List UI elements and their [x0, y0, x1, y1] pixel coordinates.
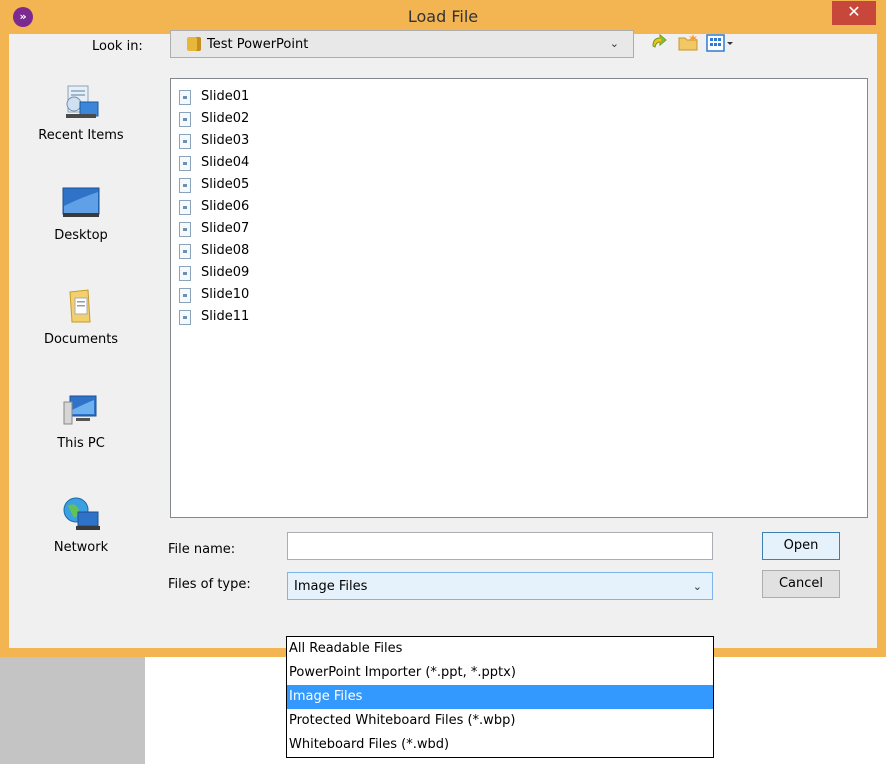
files-of-type-label: Files of type:	[168, 577, 251, 592]
place-recent-items[interactable]: Recent Items	[24, 74, 138, 164]
look-in-label: Look in:	[92, 39, 143, 54]
file-item-name: Slide11	[201, 309, 250, 324]
files-of-type-select[interactable]: Image Files ⌄	[287, 572, 713, 600]
cancel-button[interactable]: Cancel	[762, 570, 840, 598]
file-item-name: Slide02	[201, 111, 250, 126]
create-new-folder-icon[interactable]	[678, 33, 700, 51]
file-item-name: Slide01	[201, 89, 250, 104]
document-icon	[179, 288, 191, 303]
document-icon	[179, 222, 191, 237]
chevron-down-icon: ⌄	[609, 37, 619, 50]
document-icon	[179, 156, 191, 171]
file-item-name: Slide06	[201, 199, 250, 214]
file-list[interactable]: Slide01 Slide02 Slide03 Slide04 Slide05 …	[170, 78, 868, 518]
dropdown-option[interactable]: All Readable Files	[287, 637, 713, 661]
document-icon	[179, 200, 191, 215]
file-item-name: Slide05	[201, 177, 250, 192]
view-menu-icon[interactable]	[706, 34, 736, 52]
recent-items-icon	[66, 85, 99, 118]
places-bar: Recent Items Desktop Documents This PC N…	[24, 74, 138, 614]
document-icon	[179, 134, 191, 149]
look-in-select[interactable]: Test PowerPoint ⌄	[170, 30, 634, 58]
desktop-background-gray	[0, 657, 145, 764]
document-icon	[179, 90, 191, 105]
files-of-type-value: Image Files	[294, 579, 368, 594]
dialog-title: Load File	[407, 7, 479, 26]
place-this-pc[interactable]: This PC	[24, 382, 138, 472]
document-icon	[179, 310, 191, 325]
files-of-type-dropdown-list: All Readable Files PowerPoint Importer (…	[286, 636, 714, 758]
look-in-value: Test PowerPoint	[207, 37, 309, 52]
dropdown-option[interactable]: Protected Whiteboard Files (*.wbp)	[287, 709, 713, 733]
place-label: Desktop	[54, 228, 108, 243]
place-label: Recent Items	[38, 128, 124, 143]
place-documents[interactable]: Documents	[24, 278, 138, 368]
title-bar[interactable]: Load File » ✕	[0, 0, 886, 34]
file-name-input[interactable]	[287, 532, 713, 560]
app-icon: »	[13, 7, 33, 27]
close-button[interactable]: ✕	[832, 1, 876, 25]
file-item-name: Slide10	[201, 287, 250, 302]
up-one-level-icon[interactable]	[650, 32, 670, 52]
dropdown-option[interactable]: PowerPoint Importer (*.ppt, *.pptx)	[287, 661, 713, 685]
document-icon	[179, 244, 191, 259]
open-button[interactable]: Open	[762, 532, 840, 560]
chevron-down-icon: ⌄	[692, 580, 702, 593]
place-network[interactable]: Network	[24, 486, 138, 576]
network-icon	[63, 497, 100, 530]
document-icon	[179, 178, 191, 193]
file-name-label: File name:	[168, 542, 236, 557]
file-item-name: Slide03	[201, 133, 250, 148]
place-desktop[interactable]: Desktop	[24, 174, 138, 264]
dropdown-option-selected[interactable]: Image Files	[287, 685, 713, 709]
dropdown-option[interactable]: Whiteboard Files (*.wbd)	[287, 733, 713, 757]
place-label: Documents	[43, 332, 119, 347]
desktop-icon	[62, 187, 100, 217]
this-pc-icon	[63, 395, 97, 425]
file-item-name: Slide08	[201, 243, 250, 258]
documents-icon	[69, 289, 91, 323]
place-label: Network	[53, 540, 109, 555]
file-item-name: Slide09	[201, 265, 250, 280]
file-item-name: Slide04	[201, 155, 250, 170]
document-icon	[179, 112, 191, 127]
folder-icon	[187, 37, 201, 51]
file-item-name: Slide07	[201, 221, 250, 236]
place-label: This PC	[57, 436, 105, 451]
document-icon	[179, 266, 191, 281]
